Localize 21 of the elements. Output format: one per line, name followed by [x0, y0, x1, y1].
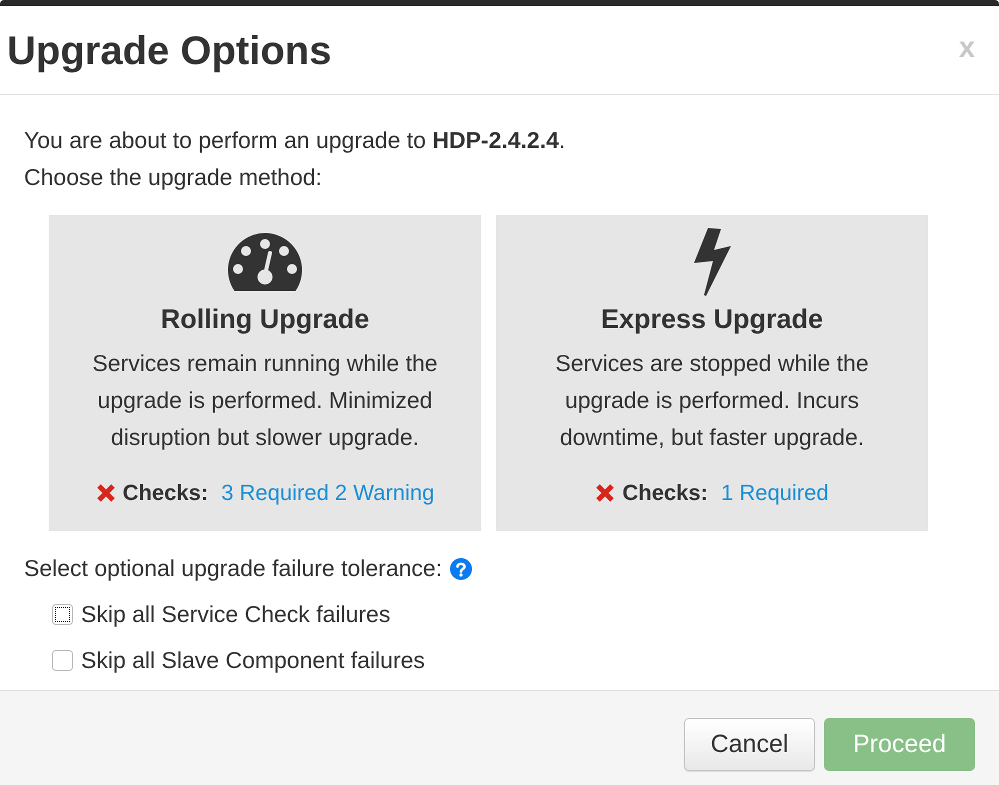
- upgrade-method-card[interactable]: Express Upgrade Services are stopped while the upgrade is performed. Incurs downtime, but faster upgrade. Checks: 1 Required: [496, 215, 928, 531]
- upgrade-method-card[interactable]: Rolling Upgrade Services remain running while the upgrade is performed. Minimized disruption but slower upgrade. Checks: 3 Required 2 Warning: [49, 215, 481, 531]
- intro-text: Choose the upgrade method:: [24, 163, 323, 192]
- lightning-bolt-icon: [694, 228, 730, 296]
- method-description: Services are stopped while the upgrade is performed. Incurs downtime, but faster upgrade.: [554, 349, 870, 452]
- help-icon[interactable]: [450, 558, 472, 580]
- checks-label: Checks:: [122, 479, 208, 507]
- method-title: Rolling Upgrade: [160, 303, 370, 336]
- tolerance-label: Select optional upgrade failure tolerance:: [24, 554, 442, 583]
- method-title: Express Upgrade: [600, 303, 824, 336]
- checks-link[interactable]: 1 Required: [720, 474, 829, 512]
- dialog-title: Upgrade Options: [7, 28, 332, 74]
- cancel-button[interactable]: Cancel: [684, 718, 815, 771]
- checks-label: Checks:: [622, 479, 708, 507]
- checkbox[interactable]: [52, 650, 73, 670]
- intro-text: You are about to perform an upgrade to HDP-2.4.2.4.: [24, 126, 566, 155]
- gauge-icon: [228, 233, 302, 291]
- checkbox-label: Skip all Slave Component failures: [81, 646, 425, 675]
- checkbox-label: Skip all Service Check failures: [81, 600, 390, 629]
- checks-link[interactable]: 3 Required 2 Warning: [221, 474, 434, 512]
- method-description: Services remain running while the upgrade is performed. Minimized disruption but slower upgrade.: [91, 349, 439, 452]
